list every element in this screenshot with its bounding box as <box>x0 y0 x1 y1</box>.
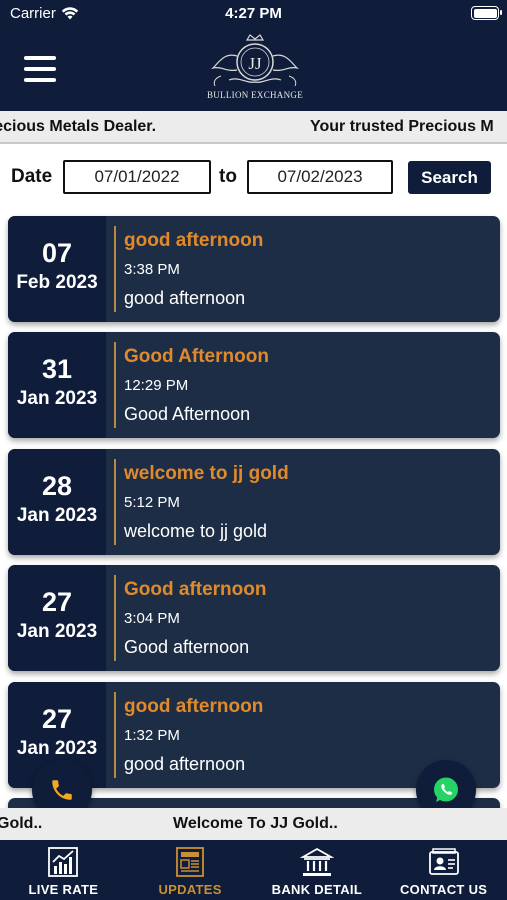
to-label: to <box>219 166 237 187</box>
hamburger-menu-button[interactable] <box>24 56 56 82</box>
newspaper-icon <box>176 847 205 877</box>
marquee-text: Gold.. <box>0 815 43 832</box>
date-filter: Date to Search <box>0 158 507 198</box>
to-date-input[interactable] <box>247 160 393 194</box>
date-month: Jan 2023 <box>16 738 98 759</box>
update-time: 5:12 PM <box>124 494 180 511</box>
update-title: good afternoon <box>124 696 264 717</box>
tab-bank-detail[interactable]: BANK DETAIL <box>254 840 381 900</box>
update-message: good afternoon <box>124 754 246 774</box>
update-card[interactable]: 07 Feb 2023 good afternoon 3:38 PM good … <box>8 216 500 322</box>
status-bar: Carrier 4:27 PM <box>0 0 507 28</box>
update-message: Good afternoon <box>124 637 250 657</box>
phone-icon <box>52 780 72 800</box>
update-time: 1:32 PM <box>124 727 180 744</box>
tab-updates[interactable]: UPDATES <box>127 840 254 900</box>
date-day: 27 <box>41 704 73 734</box>
bank-icon <box>299 847 334 876</box>
tab-live-rate[interactable]: LIVE RATE <box>0 840 127 900</box>
date-month: Jan 2023 <box>16 388 98 409</box>
whatsapp-icon <box>434 777 458 802</box>
from-date-input[interactable] <box>63 160 211 194</box>
update-title: good afternoon <box>124 230 264 251</box>
date-month: Feb 2023 <box>16 272 98 293</box>
search-button[interactable]: Search <box>408 161 491 194</box>
bottom-marquee: Gold.. Welcome To JJ Gold.. <box>0 808 507 840</box>
divider <box>114 692 116 778</box>
date-label: Date <box>11 166 53 187</box>
date-month: Jan 2023 <box>16 505 98 526</box>
date-day: 31 <box>41 354 73 384</box>
logo-monogram: JJ <box>248 54 262 73</box>
marquee-text: Your trusted Precious M <box>310 118 494 135</box>
update-time: 3:04 PM <box>124 610 180 627</box>
bottom-tab-bar: LIVE RATE UPDATES BANK DETAIL CONTACT US <box>0 840 507 900</box>
update-card[interactable]: 28 Jan 2023 welcome to jj gold 5:12 PM w… <box>8 449 500 555</box>
top-marquee: recious Metals Dealer. Your trusted Prec… <box>0 111 507 144</box>
tab-label: UPDATES <box>158 882 222 897</box>
date-badge: 28 Jan 2023 <box>8 449 106 555</box>
app-header: JJ BULLION EXCHANGE <box>0 28 507 111</box>
tab-label: LIVE RATE <box>28 882 99 897</box>
update-message: good afternoon <box>124 288 246 308</box>
date-day: 28 <box>41 471 73 501</box>
crown-crest-icon: JJ <box>211 34 299 87</box>
date-day: 07 <box>41 238 73 268</box>
update-message: welcome to jj gold <box>124 521 268 541</box>
update-title: Good Afternoon <box>124 346 269 367</box>
contact-card-icon <box>428 848 459 875</box>
update-time: 3:38 PM <box>124 261 180 278</box>
clock: 4:27 PM <box>225 5 282 22</box>
date-badge: 07 Feb 2023 <box>8 216 106 322</box>
update-time: 12:29 PM <box>124 377 189 394</box>
tab-contact-us[interactable]: CONTACT US <box>380 840 507 900</box>
update-card[interactable]: 31 Jan 2023 Good Afternoon 12:29 PM Good… <box>8 332 500 438</box>
marquee-text: recious Metals Dealer. <box>0 118 157 135</box>
tab-label: BANK DETAIL <box>271 882 363 897</box>
divider <box>114 459 116 545</box>
battery-icon <box>471 6 502 20</box>
marquee-text: Welcome To JJ Gold.. <box>173 815 338 832</box>
tab-label: CONTACT US <box>399 882 488 897</box>
update-title: Good afternoon <box>124 579 267 600</box>
divider <box>114 226 116 312</box>
brand-logo: JJ BULLION EXCHANGE <box>200 32 310 108</box>
date-badge: 27 Jan 2023 <box>8 565 106 671</box>
update-title: welcome to jj gold <box>124 463 289 484</box>
chart-icon <box>48 847 79 877</box>
date-badge: 31 Jan 2023 <box>8 332 106 438</box>
update-card[interactable]: 27 Jan 2023 Good afternoon 3:04 PM Good … <box>8 565 500 671</box>
updates-list[interactable]: 07 Feb 2023 good afternoon 3:38 PM good … <box>0 212 507 808</box>
logo-text: BULLION EXCHANGE <box>206 90 304 100</box>
date-day: 27 <box>41 587 73 617</box>
divider <box>114 575 116 661</box>
update-message: Good Afternoon <box>124 404 251 424</box>
date-month: Jan 2023 <box>16 621 98 642</box>
divider <box>114 342 116 428</box>
